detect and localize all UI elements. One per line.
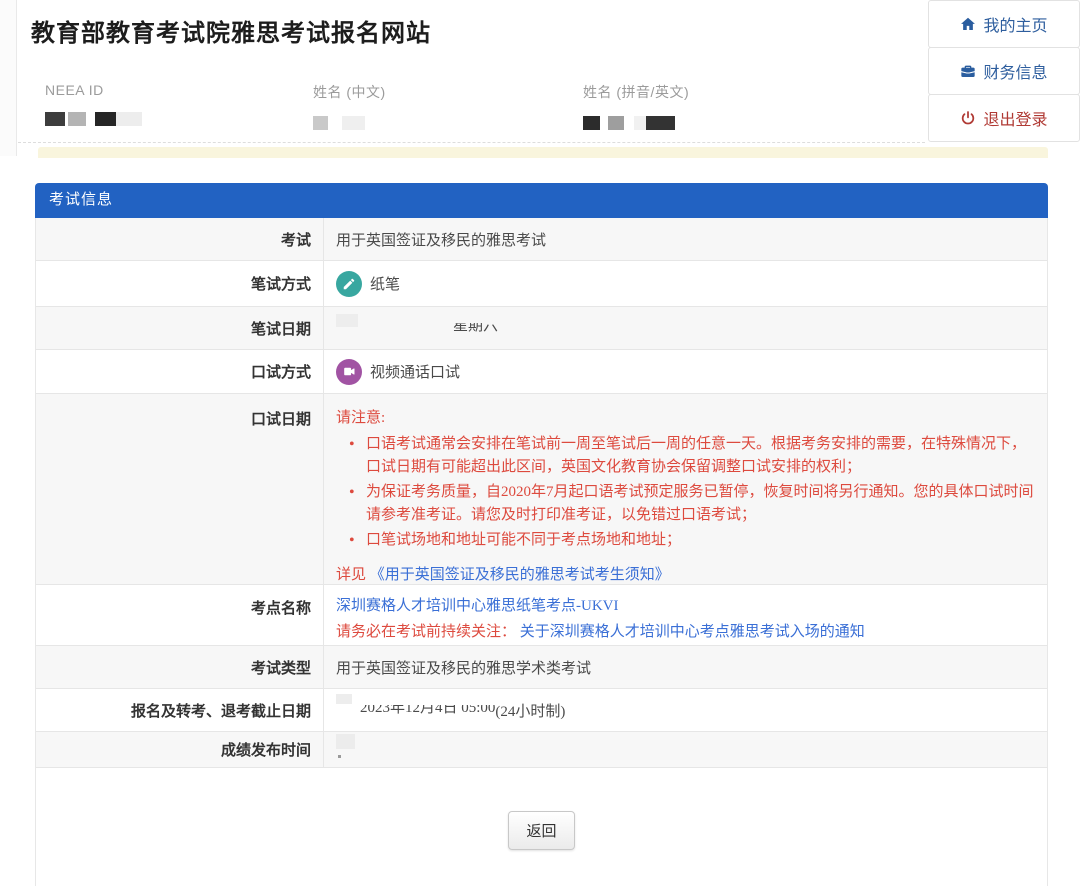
row-value: 用于英国签证及移民的雅思学术类考试 bbox=[324, 646, 1047, 688]
briefcase-icon bbox=[960, 63, 976, 79]
notice-item: 口语考试通常会安排在笔试前一周至笔试后一周的任意一天。根据考务安排的需要，在特殊… bbox=[336, 433, 1035, 479]
redaction-block bbox=[116, 112, 142, 126]
home-icon bbox=[960, 16, 976, 32]
redaction-block bbox=[583, 116, 600, 130]
neea-id-field: NEEA ID bbox=[45, 82, 145, 126]
centre-notice-prefix: 请务必在考试前持续关注： bbox=[336, 624, 516, 640]
row-value: 纸笔 bbox=[324, 261, 1047, 306]
row-label: 报名及转考、退考截止日期 bbox=[36, 689, 324, 731]
panel-title: 考试信息 bbox=[35, 183, 1048, 218]
name-en-redacted-value bbox=[583, 115, 689, 130]
table-row-speaking-date: 口试日期 请注意: 口语考试通常会安排在笔试前一周至笔试后一周的任意一天。根据考… bbox=[36, 394, 1047, 585]
row-value: 用于英国签证及移民的雅思考试 bbox=[324, 218, 1047, 260]
candidate-notice-link[interactable]: 《用于英国签证及移民的雅思考试考生须知》 bbox=[370, 567, 670, 583]
notice-list: 口语考试通常会安排在笔试前一周至笔试后一周的任意一天。根据考务安排的需要，在特殊… bbox=[336, 433, 1035, 552]
redaction-block bbox=[45, 112, 65, 126]
name-cn-field: 姓名 (中文) bbox=[313, 82, 386, 130]
menu-item-label: 财务信息 bbox=[983, 59, 1047, 83]
menu-item-my-home[interactable]: 我的主页 bbox=[928, 0, 1080, 48]
name-cn-redacted-value bbox=[313, 115, 386, 130]
panel-footer: 返回 bbox=[35, 768, 1048, 886]
row-label: 考试类型 bbox=[36, 646, 324, 688]
row-label: 笔试日期 bbox=[36, 307, 324, 349]
menu-item-label: 我的主页 bbox=[983, 12, 1047, 36]
table-row-score-release: 成绩发布时间 bbox=[36, 732, 1047, 768]
deadline-visible-text: (24小时制) bbox=[495, 700, 565, 721]
redaction-block bbox=[336, 734, 355, 749]
speaking-date-notice: 请注意: 口语考试通常会安排在笔试前一周至笔试后一周的任意一天。根据考务安排的需… bbox=[336, 394, 1035, 587]
redaction-block bbox=[336, 694, 352, 704]
centre-name-link[interactable]: 深圳赛格人才培训中心雅思纸笔考点-UKVI bbox=[336, 598, 619, 614]
top-right-menu: 我的主页 财务信息 退出登录 bbox=[928, 0, 1080, 142]
menu-item-label: 退出登录 bbox=[983, 106, 1047, 130]
menu-item-logout[interactable]: 退出登录 bbox=[928, 94, 1080, 142]
redaction-block bbox=[68, 112, 86, 126]
row-label: 口试方式 bbox=[36, 350, 324, 393]
back-button[interactable]: 返回 bbox=[508, 811, 574, 850]
row-value-redacted: 星期六 bbox=[324, 307, 1047, 349]
redaction-group bbox=[336, 734, 355, 758]
table-row-written-date: 笔试日期 星期六 bbox=[36, 307, 1047, 350]
redaction-block bbox=[336, 314, 358, 327]
table-row-centre-name: 考点名称 深圳赛格人才培训中心雅思纸笔考点-UKVI 请务必在考试前持续关注： … bbox=[36, 585, 1047, 646]
row-label: 考试 bbox=[36, 218, 324, 260]
notice-item: 为保证考务质量，自2020年7月起口语考试预定服务已暂停，恢复时间将另行通知。您… bbox=[336, 481, 1035, 527]
table-row-written-mode: 笔试方式 纸笔 bbox=[36, 261, 1047, 307]
clipped-text: 星期六 bbox=[453, 323, 498, 334]
name-cn-label: 姓名 (中文) bbox=[313, 82, 386, 102]
menu-item-finance-info[interactable]: 财务信息 bbox=[928, 47, 1080, 95]
centre-value: 深圳赛格人才培训中心雅思纸笔考点-UKVI 请务必在考试前持续关注： 关于深圳赛… bbox=[336, 585, 865, 653]
row-value-redacted: 2023年12月4日 05:00 (24小时制) bbox=[324, 689, 1047, 731]
pencil-icon bbox=[336, 271, 362, 297]
centre-notice-link[interactable]: 关于深圳赛格人才培训中心考点雅思考试入场的通知 bbox=[520, 624, 865, 640]
redaction-block bbox=[634, 116, 646, 130]
row-label: 考点名称 bbox=[36, 585, 324, 645]
row-value: 请注意: 口语考试通常会安排在笔试前一周至笔试后一周的任意一天。根据考务安排的需… bbox=[324, 394, 1047, 584]
written-mode-text: 纸笔 bbox=[370, 273, 400, 294]
name-en-label: 姓名 (拼音/英文) bbox=[583, 82, 689, 102]
table-row-exam: 考试 用于英国签证及移民的雅思考试 bbox=[36, 218, 1047, 261]
redaction-block bbox=[646, 116, 675, 130]
row-value: 视频通话口试 bbox=[324, 350, 1047, 393]
table-row-speaking-mode: 口试方式 视频通话口试 bbox=[36, 350, 1047, 394]
table-row-deadline: 报名及转考、退考截止日期 2023年12月4日 05:00 (24小时制) bbox=[36, 689, 1047, 732]
power-icon bbox=[960, 110, 976, 126]
speaking-mode-text: 视频通话口试 bbox=[370, 361, 460, 382]
site-header: 教育部教育考试院雅思考试报名网站 NEEA ID 姓名 (中文) 姓名 (拼音/… bbox=[18, 0, 925, 143]
redaction-block bbox=[342, 116, 365, 130]
alert-strip bbox=[38, 147, 1048, 158]
row-label: 口试日期 bbox=[36, 394, 324, 584]
row-label: 成绩发布时间 bbox=[36, 732, 324, 767]
notice-item: 口笔试场地和地址可能不同于考点场地和地址； bbox=[336, 529, 1035, 552]
row-value-redacted bbox=[324, 732, 1047, 767]
see-also-line: 详见 《用于英国签证及移民的雅思考试考生须知》 bbox=[336, 564, 1035, 587]
neea-id-label: NEEA ID bbox=[45, 82, 145, 98]
page-left-gutter bbox=[0, 0, 17, 156]
redaction-block bbox=[95, 112, 116, 126]
redaction-block bbox=[608, 116, 624, 130]
notice-title: 请注意: bbox=[336, 407, 1035, 430]
site-title: 教育部教育考试院雅思考试报名网站 bbox=[31, 13, 431, 48]
row-value: 深圳赛格人才培训中心雅思纸笔考点-UKVI 请务必在考试前持续关注： 关于深圳赛… bbox=[324, 585, 1047, 645]
exam-info-table: 考试 用于英国签证及移民的雅思考试 笔试方式 纸笔 笔试日期 星期六 口试方式 bbox=[35, 218, 1048, 768]
video-camera-icon bbox=[336, 359, 362, 385]
redaction-block bbox=[313, 116, 328, 130]
exam-info-panel: 考试信息 考试 用于英国签证及移民的雅思考试 笔试方式 纸笔 笔试日期 星期六 bbox=[35, 183, 1048, 886]
neea-id-redacted-value bbox=[45, 111, 145, 126]
row-label: 笔试方式 bbox=[36, 261, 324, 306]
clipped-text: 2023年12月4日 05:00 bbox=[360, 705, 495, 716]
name-en-field: 姓名 (拼音/英文) bbox=[583, 82, 689, 130]
see-also-prefix: 详见 bbox=[336, 567, 366, 583]
redaction-dot bbox=[338, 755, 341, 758]
table-row-exam-type: 考试类型 用于英国签证及移民的雅思学术类考试 bbox=[36, 646, 1047, 689]
